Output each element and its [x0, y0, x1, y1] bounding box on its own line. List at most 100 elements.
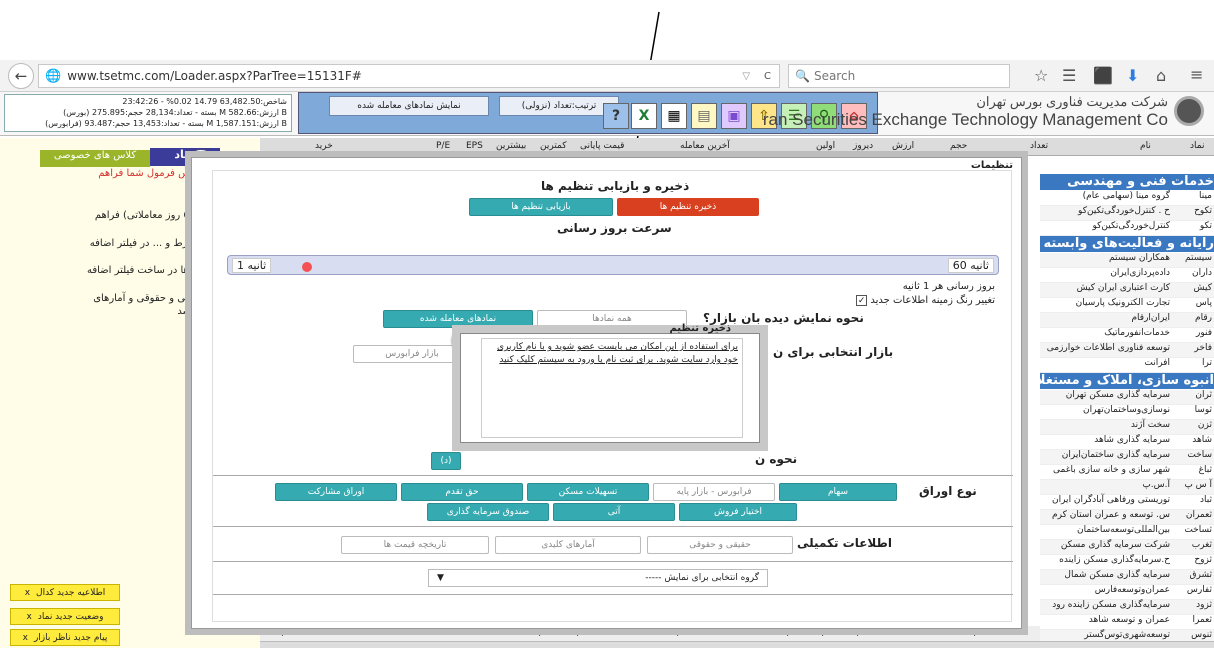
list-item[interactable]: ثعمرا عمران و توسعه شاهد [1040, 615, 1214, 630]
filter-button[interactable]: آتی [553, 503, 675, 521]
symbol-code[interactable]: آ س پ [1184, 480, 1212, 490]
list-item[interactable]: فنور خدمات‌انفورماتیک [1040, 328, 1214, 343]
filter-button[interactable]: اختیار فروش [679, 503, 797, 521]
col-yesterday[interactable]: دیروز [853, 141, 873, 151]
symbol-code[interactable]: رقام [1195, 313, 1212, 323]
filter-button[interactable]: حقیقی و حقوقی [647, 536, 793, 554]
refresh-slider[interactable]: 60 ثانیه 1 ثانیه [227, 255, 999, 275]
symbol-name[interactable]: آ.س.پ [1142, 480, 1170, 490]
symbol-code[interactable]: ثعمران [1186, 510, 1212, 520]
col-symbol[interactable]: نماد [1190, 141, 1204, 151]
tab-private-classes[interactable]: کلاس های خصوصی [40, 150, 150, 167]
col-name[interactable]: نام [1140, 141, 1151, 151]
symbol-code[interactable]: ثزن [1198, 420, 1212, 430]
type-button[interactable]: (د) [431, 452, 461, 470]
symbol-code[interactable]: مینا [1199, 191, 1212, 201]
list-item[interactable]: کیش کارت اعتباری ایران کیش [1040, 283, 1214, 298]
symbol-name[interactable]: توریستی ورفاهی آبادگران ایران [1052, 495, 1170, 505]
filter-button[interactable]: فرابورس - بازار پایه [653, 483, 775, 501]
list-item[interactable]: ترا افرانت [1040, 358, 1214, 373]
login-link[interactable]: برای استفاده از این امکان می بایست عضو ش… [481, 338, 743, 438]
list-item[interactable]: مینا گروه مینا (سهامی عام) [1040, 191, 1214, 206]
group-select[interactable]: ▼ گروه انتخابی برای نمایش ----- [428, 569, 768, 587]
symbol-code[interactable]: شاهد [1192, 435, 1212, 445]
list-item[interactable]: ثوسا نوسازی‌وساختمان‌تهران [1040, 405, 1214, 420]
symbol-status-button[interactable]: x وضعیت جدید نماد [10, 608, 120, 625]
save-settings-button[interactable]: ذخیره تنظیم ها [617, 198, 759, 216]
symbol-name[interactable]: س. توسعه و عمران استان کرم [1052, 510, 1170, 520]
search-input[interactable]: 🔍 Search [788, 64, 1010, 88]
filter-button[interactable]: آمارهای کلیدی [495, 536, 641, 554]
traded-symbols-button[interactable]: نمادهای معامله شده [383, 310, 533, 328]
symbol-code[interactable]: ساخت [1187, 450, 1212, 460]
symbol-name[interactable]: کنترل‌خوردگی‌تکین‌کو [1092, 221, 1170, 231]
symbol-name[interactable]: ایران‌ارقام [1131, 313, 1170, 323]
col-final[interactable]: قیمت پایانی [580, 141, 624, 151]
pocket-icon[interactable]: ⬛ [1093, 66, 1113, 85]
symbol-code[interactable]: کیش [1194, 283, 1212, 293]
symbol-name[interactable]: شرکت سرمایه گذاری مسکن [1061, 540, 1170, 550]
symbol-code[interactable]: ثنوس [1191, 630, 1212, 640]
symbol-name[interactable]: سرمایه‌گذاری مسکن زاینده رود [1052, 600, 1170, 610]
symbol-code[interactable]: ثشرق [1190, 570, 1212, 580]
list-item[interactable]: ثفارس عمران‌وتوسعه‌فارس [1040, 585, 1214, 600]
symbol-name[interactable]: خدمات‌انفورماتیک [1104, 328, 1170, 338]
symbol-code[interactable]: داران [1192, 268, 1212, 278]
reload-icon[interactable]: C [764, 71, 771, 82]
list-item[interactable]: ثران سرمایه گذاری مسکن تهران [1040, 390, 1214, 405]
slider-knob[interactable] [302, 262, 312, 272]
list-item[interactable]: ثعمران س. توسعه و عمران استان کرم [1040, 510, 1214, 525]
list-item[interactable]: شاهد سرمایه گذاری شاهد [1040, 435, 1214, 450]
col-last[interactable]: آخرین معامله [680, 141, 730, 151]
symbol-name[interactable]: سخت آژند [1131, 420, 1170, 430]
symbol-name[interactable]: نوسازی‌وساختمان‌تهران [1083, 405, 1170, 415]
symbol-name[interactable]: تجارت الکترونیک پارسیان [1076, 298, 1170, 308]
dropdown-icon[interactable]: ▽ [742, 71, 750, 82]
filter-button[interactable]: اوراق مشارکت [275, 483, 397, 501]
list-item[interactable]: پاس تجارت الکترونیک پارسیان [1040, 298, 1214, 313]
restore-settings-button[interactable]: بازیابی تنظیم ها [469, 198, 613, 216]
symbol-code[interactable]: ثباغ [1199, 465, 1212, 475]
symbol-name[interactable]: عمران‌وتوسعه‌فارس [1095, 585, 1170, 595]
menu-icon[interactable]: ≡ [1190, 65, 1203, 84]
col-first[interactable]: اولین [816, 141, 835, 151]
list-item[interactable]: آ س پ آ.س.پ [1040, 480, 1214, 495]
close-icon[interactable]: x [23, 633, 28, 643]
list-item[interactable]: ثغرب شرکت سرمایه گذاری مسکن [1040, 540, 1214, 555]
symbol-code[interactable]: سیستم [1185, 253, 1212, 263]
list-item[interactable]: ساخت سرمایه گذاری ساختمان‌ایران [1040, 450, 1214, 465]
col-pe[interactable]: P/E [436, 141, 450, 151]
filter-button[interactable]: صندوق سرمایه گذاری [427, 503, 549, 521]
symbol-name[interactable]: عمران و توسعه شاهد [1089, 615, 1170, 625]
symbol-code[interactable]: فاخر [1194, 343, 1212, 353]
symbol-name[interactable]: سرمایه گذاری مسکن تهران [1066, 390, 1170, 400]
list-item[interactable]: سیستم همکاران سیستم [1040, 253, 1214, 268]
excel-icon[interactable]: X [631, 103, 657, 129]
help-icon[interactable]: ? [603, 103, 629, 129]
checkbox-checked-icon[interactable]: ✓ [856, 295, 868, 306]
supervisor-message-button[interactable]: x پیام جدید ناظر بازار [10, 629, 120, 646]
symbol-code[interactable]: تکو [1200, 221, 1212, 231]
symbol-name[interactable]: همکاران سیستم [1109, 253, 1170, 263]
horizontal-scrollbar[interactable] [260, 641, 1214, 648]
symbol-code[interactable]: ثران [1195, 390, 1212, 400]
calendar-icon[interactable]: ▣ [721, 103, 747, 129]
symbol-code[interactable]: تکوح [1194, 206, 1212, 216]
list-item[interactable]: ثباغ شهر سازی و خانه سازی باغمی [1040, 465, 1214, 480]
col-value[interactable]: ارزش [892, 141, 914, 151]
star-icon[interactable]: ☆ [1034, 66, 1048, 85]
sort-chip[interactable]: ترتیب:تعداد (نزولی) [499, 96, 619, 116]
close-icon[interactable]: x [27, 612, 32, 622]
list-item[interactable]: ثزن سخت آژند [1040, 420, 1214, 435]
symbol-name[interactable]: ح . کنترل‌خوردگی‌تکین‌کو [1078, 206, 1170, 216]
codal-notice-button[interactable]: x اطلاعیه جدید کدال [10, 584, 120, 601]
download-icon[interactable]: ⬇ [1126, 66, 1139, 85]
symbol-name[interactable]: کارت اعتباری ایران کیش [1077, 283, 1170, 293]
symbol-name[interactable]: سرمایه گذاری شاهد [1094, 435, 1170, 445]
col-min[interactable]: کمترین [540, 141, 567, 151]
symbol-code[interactable]: پاس [1196, 298, 1212, 308]
home-icon[interactable]: ⌂ [1156, 66, 1166, 85]
symbol-name[interactable]: سرمایه گذاری ساختمان‌ایران [1062, 450, 1170, 460]
all-symbols-button[interactable]: همه نمادها [537, 310, 687, 328]
symbol-code[interactable]: ترا [1202, 358, 1212, 368]
